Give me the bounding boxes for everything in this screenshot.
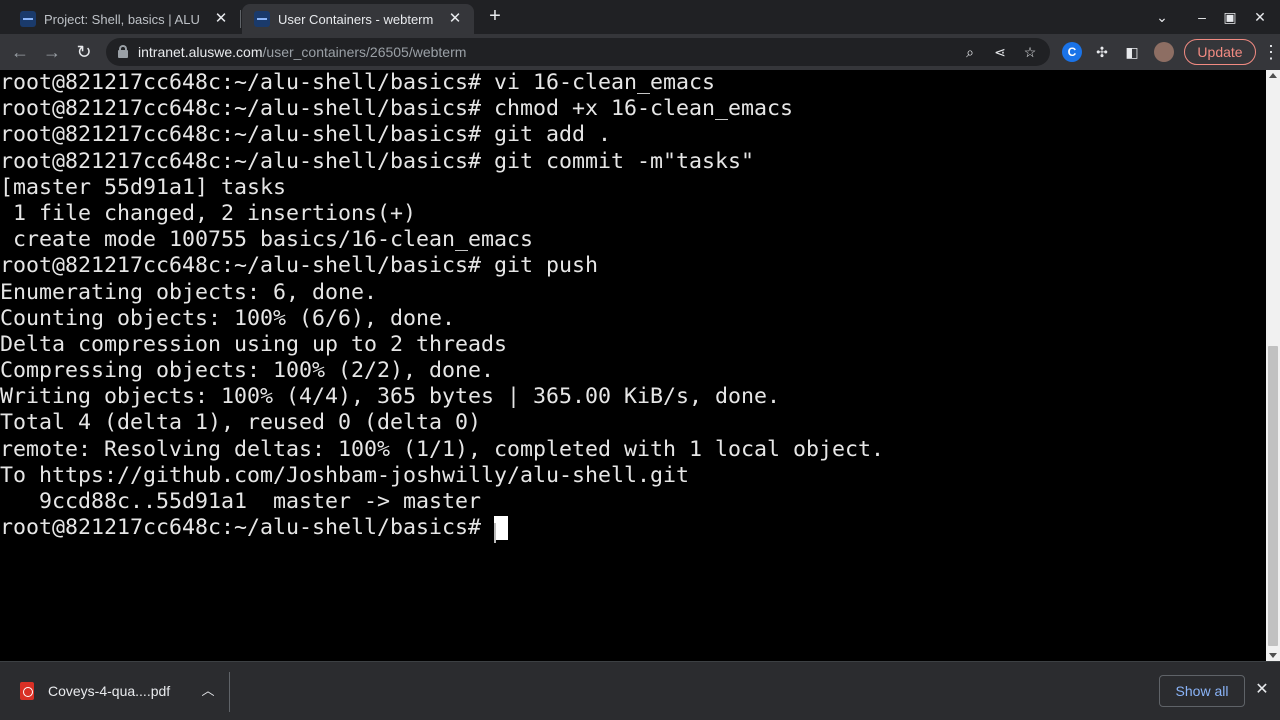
chevron-down-icon[interactable]: ⌄ [1150,6,1174,28]
maximize-icon[interactable]: ▣ [1218,6,1242,28]
ibeam-cursor-icon [493,523,497,543]
url-text[interactable]: intranet.aluswe.com/user_containers/2650… [138,44,466,60]
download-file-name: Coveys-4-qua....pdf [48,683,171,699]
close-icon[interactable]: ✕ [446,10,464,28]
update-button[interactable]: Update [1184,39,1256,65]
terminal-prompt-line: root@821217cc648c:~/alu-shell/basics# [0,515,884,541]
close-icon[interactable]: ✕ [1252,680,1272,700]
terminal-line: root@821217cc648c:~/alu-shell/basics# gi… [0,122,612,148]
terminal-line: Enumerating objects: 6, done. [0,279,378,305]
terminal-favicon-icon [20,11,36,27]
terminal-line: root@821217cc648c:~/alu-shell/basics# gi… [0,148,755,174]
terminal-line: Total 4 (delta 1), reused 0 (delta 0) [0,410,482,436]
terminal-prompt: root@821217cc648c:~/alu-shell/basics# [0,515,495,541]
browser-toolbar: ← → ↻ intranet.aluswe.com/user_container… [0,34,1280,70]
terminal-line: Compressing objects: 100% (2/2), done. [0,358,495,384]
terminal-line: 9ccd88c..55d91a1 master -> master [0,489,482,514]
forward-arrow-icon[interactable]: → [40,40,64,64]
plus-icon[interactable]: + [484,5,506,27]
download-item[interactable]: Coveys-4-qua....pdf ︿ [8,672,228,712]
terminal-line: root@821217cc648c:~/alu-shell/basics# gi… [0,253,599,279]
bookmark-star-icon[interactable]: ☆ [1020,42,1040,62]
tab-title: User Containers - webterm [278,11,434,27]
webterm-terminal[interactable]: root@821217cc648c:~/alu-shell/basics# vi… [0,70,1266,661]
tab-divider [240,10,241,28]
terminal-scrollbar[interactable] [1266,70,1280,661]
scroll-up-arrow-icon[interactable] [1269,73,1277,78]
more-menu-icon[interactable]: ⋮ [1262,42,1280,62]
close-icon[interactable]: ✕ [212,10,230,28]
terminal-line: create mode 100755 basics/16-clean_emacs [0,227,534,253]
share-icon[interactable]: ⋖ [990,42,1010,62]
tab-title: Project: Shell, basics | ALU [44,11,200,27]
terminal-line: To https://github.com/Joshbam-joshwilly/… [0,462,690,488]
minimize-icon[interactable]: – [1190,6,1214,28]
download-shelf: Coveys-4-qua....pdf ︿ Show all ✕ [0,661,1280,720]
chevron-up-icon[interactable]: ︿ [198,681,218,701]
tab-project-shell-basics[interactable]: Project: Shell, basics | ALU ✕ [8,4,240,34]
close-icon[interactable]: ✕ [1248,6,1272,28]
side-panel-icon[interactable]: ◧ [1122,42,1142,62]
show-all-button[interactable]: Show all [1159,675,1245,707]
tab-strip: Project: Shell, basics | ALU ✕ User Cont… [0,0,1280,34]
shelf-divider [229,672,230,712]
terminal-line: Delta compression using up to 2 threads [0,331,508,357]
lock-icon [118,45,128,58]
scrollbar-thumb[interactable] [1268,346,1278,646]
back-arrow-icon[interactable]: ← [8,40,32,64]
zoom-search-icon[interactable]: ⌕ [960,42,980,62]
scroll-down-arrow-icon[interactable] [1269,653,1277,658]
extension-c-icon[interactable]: C [1062,42,1082,62]
reload-icon[interactable]: ↻ [72,40,96,64]
profile-avatar[interactable] [1154,42,1174,62]
terminal-line: root@821217cc648c:~/alu-shell/basics# vi… [0,70,716,95]
terminal-line: 1 file changed, 2 insertions(+) [0,200,417,226]
terminal-favicon-icon [254,11,270,27]
terminal-line: Writing objects: 100% (4/4), 365 bytes |… [0,384,781,410]
terminal-output: root@821217cc648c:~/alu-shell/basics# vi… [0,70,884,541]
terminal-line: Counting objects: 100% (6/6), done. [0,305,456,331]
terminal-line: root@821217cc648c:~/alu-shell/basics# ch… [0,96,794,122]
pdf-file-icon [20,682,34,700]
address-bar[interactable]: intranet.aluswe.com/user_containers/2650… [106,38,1050,66]
terminal-line: [master 55d91a1] tasks [0,174,287,200]
tab-user-containers-webterm[interactable]: User Containers - webterm ✕ [242,4,474,34]
extensions-puzzle-icon[interactable]: ✣ [1092,42,1112,62]
terminal-line: remote: Resolving deltas: 100% (1/1), co… [0,436,885,462]
